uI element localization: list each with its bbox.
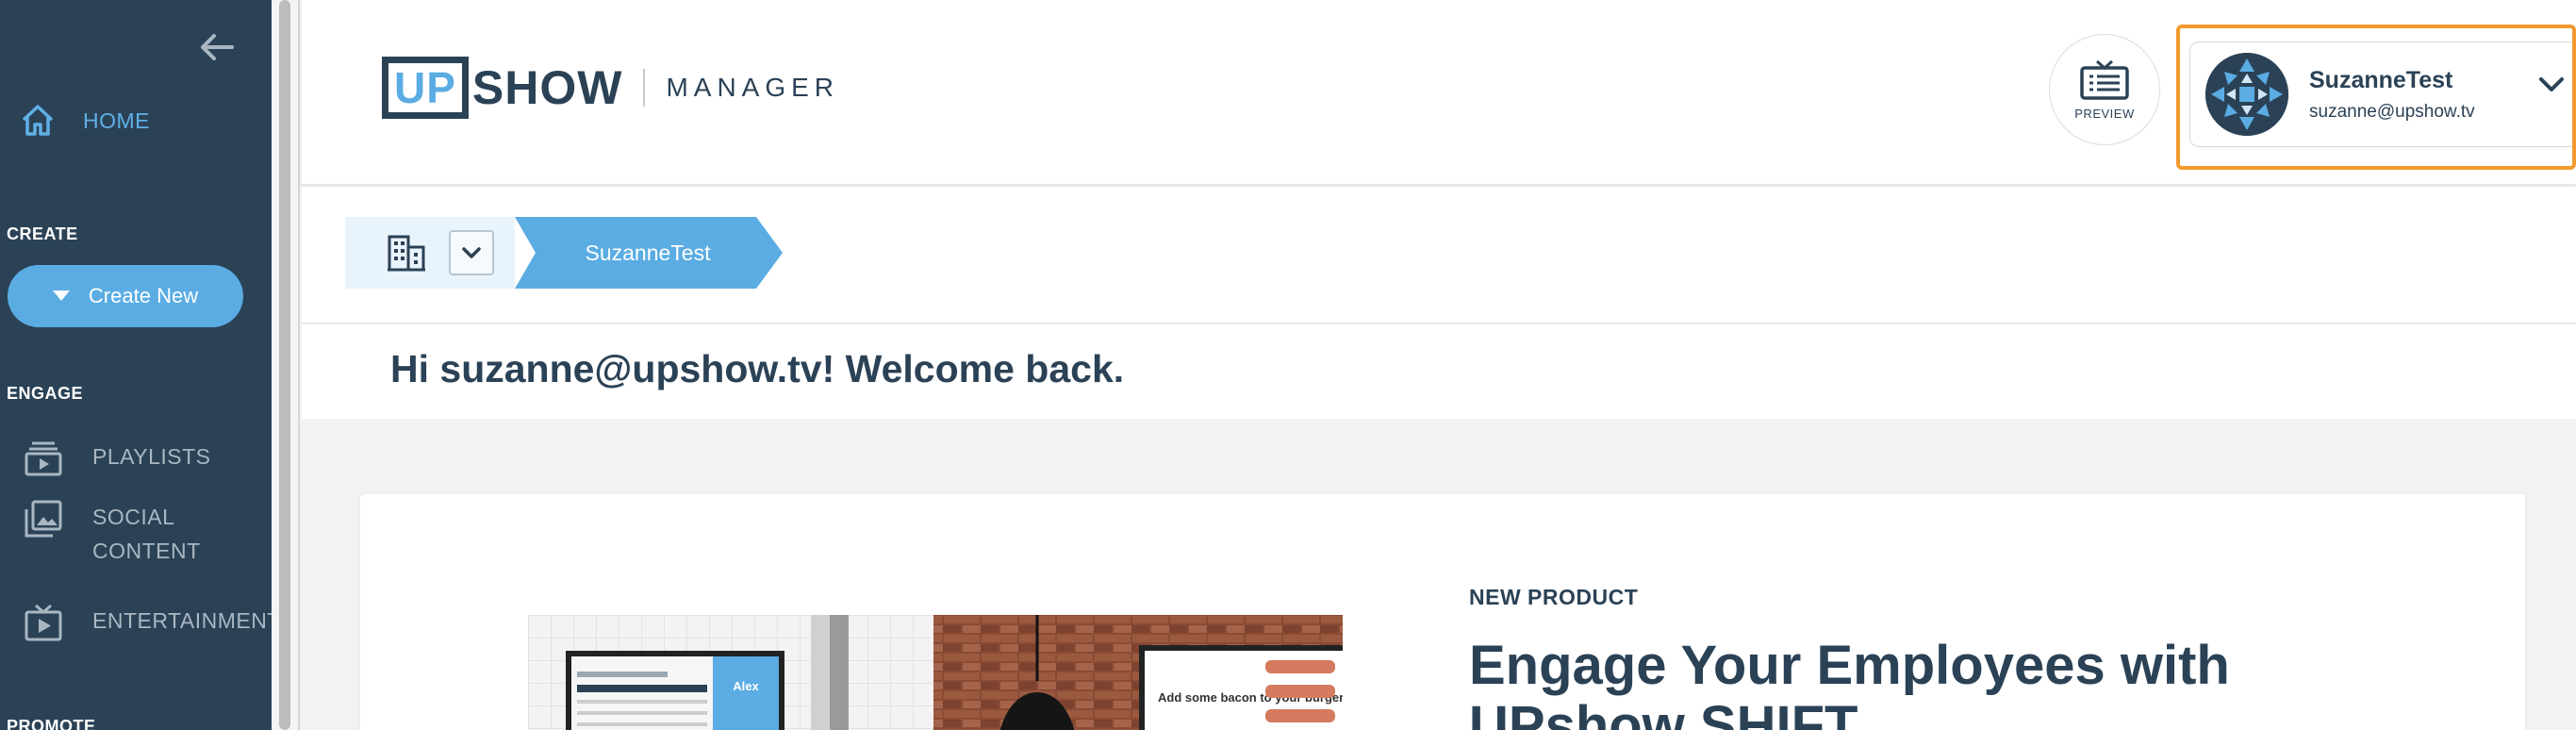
logo-up-text: UP (382, 57, 469, 119)
nav-home[interactable]: HOME (19, 102, 150, 140)
nav-home-label: HOME (83, 108, 150, 133)
image-gallery-icon (25, 500, 62, 538)
user-account-card[interactable]: SuzanneTest suzanne@upshow.tv (2189, 41, 2572, 147)
sidebar: HOME CREATE Create New ENGAGE PLAYLISTS … (0, 0, 280, 730)
preview-button[interactable]: PREVIEW (2049, 34, 2160, 145)
playlist-icon (25, 441, 62, 476)
breadcrumb-root (345, 217, 515, 289)
user-account-menu[interactable]: SuzanneTest suzanne@upshow.tv (2176, 25, 2576, 170)
scrollbar-thumb[interactable] (279, 0, 290, 730)
nav-playlists[interactable]: PLAYLISTS (23, 440, 211, 479)
logo-divider (643, 69, 646, 107)
collapse-sidebar-button[interactable] (196, 26, 238, 68)
tv-preview-icon (2080, 59, 2129, 100)
breadcrumb-item-active[interactable]: SuzanneTest (515, 217, 783, 289)
promo-image[interactable]: Alex Add some bacon to your burger! (528, 615, 1343, 730)
home-icon (22, 105, 54, 136)
promote-section-label: PROMOTE (7, 717, 96, 730)
caret-down-icon (52, 290, 70, 301)
welcome-message: Hi suzanne@upshow.tv! Welcome back. (390, 347, 1125, 390)
nav-social-content[interactable]: SOCIAL CONTENT (23, 500, 201, 568)
breadcrumb-active-label: SuzanneTest (585, 240, 711, 265)
preview-label: PREVIEW (2074, 106, 2135, 121)
user-info: SuzanneTest suzanne@upshow.tv (2309, 67, 2475, 123)
top-header: UP SHOW MANAGER PREVIEW SuzanneTest suza… (302, 0, 2576, 185)
create-section-label: CREATE (7, 224, 78, 243)
nav-social-content-label: SOCIAL CONTENT (92, 505, 201, 563)
user-email: suzanne@upshow.tv (2309, 101, 2475, 122)
chevron-down-icon (2539, 77, 2564, 91)
promo-screen-name: Alex (733, 679, 759, 693)
chevron-down-icon (462, 246, 481, 258)
breadcrumb-dropdown-button[interactable] (449, 230, 494, 275)
promo-tag: NEW PRODUCT (1469, 585, 1639, 609)
promo-title[interactable]: Engage Your Employees with UPshow SHIFT (1469, 636, 2412, 730)
user-name: SuzanneTest (2309, 66, 2453, 93)
logo-product-text: MANAGER (666, 73, 840, 102)
nav-entertainment-label: ENTERTAINMENT (92, 608, 281, 633)
logo-show-text: SHOW (471, 61, 623, 114)
upshow-manager-logo[interactable]: UP SHOW MANAGER (382, 57, 839, 119)
tv-play-icon (25, 604, 62, 641)
promo-card: Alex Add some bacon to your burger! NEW … (360, 494, 2525, 730)
sidebar-scrollbar[interactable] (272, 0, 300, 730)
nav-entertainment[interactable]: ENTERTAINMENT (23, 604, 281, 643)
welcome-section: Hi suzanne@upshow.tv! Welcome back. (302, 324, 2576, 419)
building-icon[interactable] (387, 234, 426, 272)
nav-playlists-label: PLAYLISTS (92, 444, 211, 469)
app-root: HOME CREATE Create New ENGAGE PLAYLISTS … (0, 0, 2576, 730)
avatar (2205, 53, 2288, 136)
arrow-left-icon (201, 34, 234, 60)
create-new-label: Create New (88, 284, 199, 307)
create-new-button[interactable]: Create New (8, 265, 243, 327)
breadcrumb: SuzanneTest (302, 187, 2576, 324)
engage-section-label: ENGAGE (7, 384, 84, 403)
